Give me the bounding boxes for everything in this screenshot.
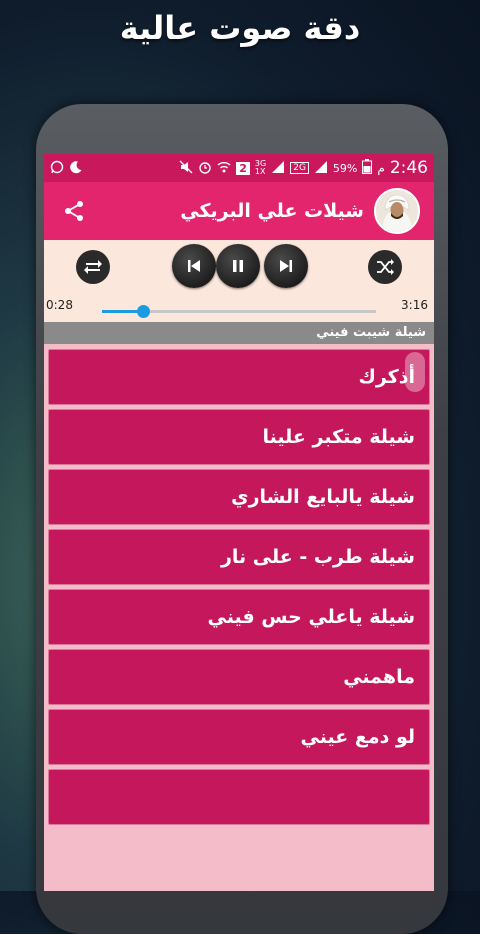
promo-title: دقة صوت عالية: [119, 9, 361, 47]
list-item[interactable]: [48, 769, 430, 825]
phone-screen: 2 3G 1X 2G 59% م 2:46 شيلات علي البريكي …: [44, 154, 434, 891]
app-bar: شيلات علي البريكي: [44, 182, 434, 240]
moon-icon: [69, 160, 83, 177]
list-item[interactable]: شيلة ياعلي حس فيني: [48, 589, 430, 645]
song-title: شيلة ياعلي حس فيني: [207, 606, 415, 628]
touch-ripple: [405, 352, 425, 392]
song-title: لو دمع عيني: [300, 726, 415, 748]
share-button[interactable]: [62, 199, 86, 223]
list-item[interactable]: شيلة طرب - على نار: [48, 529, 430, 585]
player-panel: 0:28 3:16: [44, 240, 434, 322]
duration-time: 3:16: [401, 298, 428, 312]
previous-icon: [188, 260, 200, 272]
mute-icon: [179, 160, 193, 177]
signal-icon: [314, 160, 328, 177]
repeat-button[interactable]: [76, 250, 110, 284]
status-bar: 2 3G 1X 2G 59% م 2:46: [44, 154, 434, 182]
repeat-icon: [84, 260, 102, 274]
pause-icon: [233, 260, 243, 272]
now-playing-title: شيلة شيبت فيني: [44, 322, 434, 344]
next-button[interactable]: [264, 244, 308, 288]
wifi-icon: [217, 160, 231, 177]
shuffle-button[interactable]: [368, 250, 402, 284]
status-time: 2:46: [389, 158, 428, 178]
elapsed-time: 0:28: [46, 298, 73, 312]
seek-bar[interactable]: [102, 305, 376, 318]
previous-button[interactable]: [172, 244, 216, 288]
status-indicator: م: [377, 161, 385, 175]
share-icon: [65, 201, 83, 221]
avatar: [374, 188, 420, 234]
status-bar-right: 2 3G 1X 2G 59% م 2:46: [179, 158, 428, 178]
whatsapp-icon: [50, 160, 64, 177]
battery-icon: [362, 159, 373, 177]
list-item[interactable]: ماهمني: [48, 649, 430, 705]
app-bar-title-group: شيلات علي البريكي: [180, 188, 420, 234]
song-title: شيلة يالبايع الشاري: [231, 486, 415, 508]
song-title: شيلة متكبر علينا: [262, 426, 415, 448]
sim-slot-badge: 2: [236, 161, 250, 175]
status-bar-left: [50, 160, 83, 177]
list-item[interactable]: أذكرك: [48, 349, 430, 405]
network-type-bottom: 1X: [254, 167, 266, 176]
pause-button[interactable]: [216, 244, 260, 288]
next-icon: [280, 260, 292, 272]
app-title: شيلات علي البريكي: [180, 200, 364, 222]
network-type: 3G 1X: [255, 160, 266, 176]
song-title: شيلة طرب - على نار: [220, 546, 415, 568]
battery-percent: 59%: [332, 161, 358, 175]
signal-icon: [271, 160, 285, 177]
shuffle-icon: [377, 259, 394, 275]
song-title: ماهمني: [343, 666, 415, 688]
list-item[interactable]: شيلة متكبر علينا: [48, 409, 430, 465]
network-type-2g: 2G: [290, 162, 309, 174]
seek-bar-thumb[interactable]: [136, 305, 150, 318]
list-item[interactable]: شيلة يالبايع الشاري: [48, 469, 430, 525]
song-list: أذكرك شيلة متكبر علينا شيلة يالبايع الشاري…: [44, 344, 434, 825]
list-item[interactable]: لو دمع عيني: [48, 709, 430, 765]
alarm-icon: [198, 160, 212, 177]
